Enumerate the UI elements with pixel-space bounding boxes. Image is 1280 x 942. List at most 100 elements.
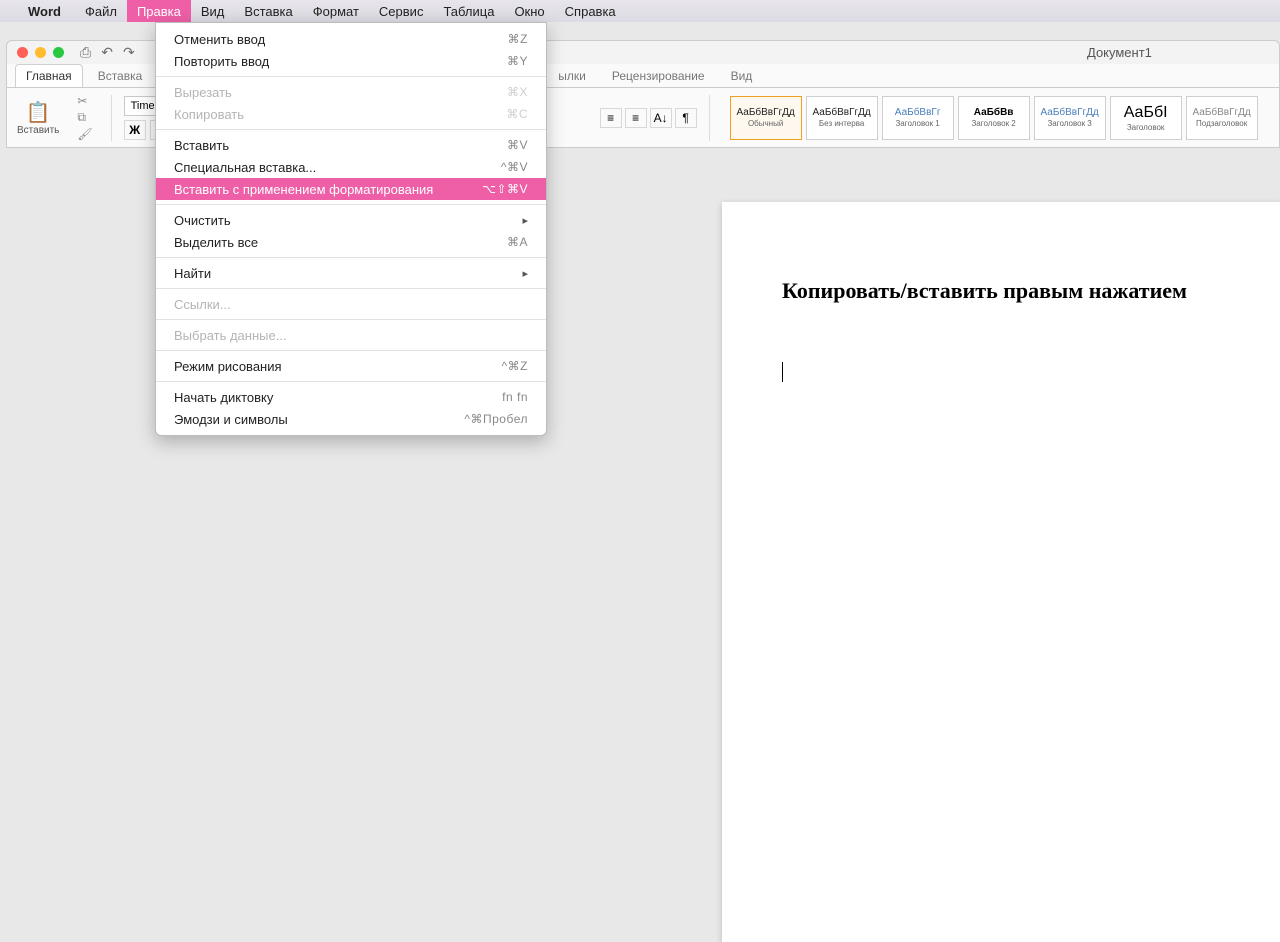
menu-item[interactable]: Режим рисования ^⌘Z xyxy=(156,355,546,377)
tab-home[interactable]: Главная xyxy=(15,64,83,87)
style-label: Заголовок xyxy=(1127,123,1165,132)
menu-file[interactable]: Файл xyxy=(75,0,127,22)
app-name[interactable]: Word xyxy=(28,4,61,19)
menu-table[interactable]: Таблица xyxy=(433,0,504,22)
menu-item-label: Найти xyxy=(174,266,211,281)
menu-separator xyxy=(156,288,546,289)
menu-item-label: Вырезать xyxy=(174,85,232,100)
style-sample: АаБбВвГг xyxy=(895,107,941,118)
style-sample: АаБбВвГгДд xyxy=(812,107,870,118)
menu-item-label: Вставить с применением форматирования xyxy=(174,182,433,197)
text-cursor xyxy=(782,362,783,382)
tab-review[interactable]: Рецензирование xyxy=(601,64,716,87)
close-button[interactable] xyxy=(17,47,28,58)
menu-item[interactable]: Выделить все⌘A xyxy=(156,231,546,253)
menu-item[interactable]: Повторить ввод ⌘Y xyxy=(156,50,546,72)
style-sample: АаБбI xyxy=(1124,104,1168,122)
menu-item: Ссылки... xyxy=(156,293,546,315)
tab-view[interactable]: Вид xyxy=(720,64,764,87)
menu-item-shortcut: ⌘Y xyxy=(507,54,528,68)
menu-item-label: Выделить все xyxy=(174,235,258,250)
menu-item-shortcut: ⌘Z xyxy=(508,32,528,46)
maximize-button[interactable] xyxy=(53,47,64,58)
sort-icon[interactable]: A↓ xyxy=(650,108,672,128)
system-menubar: Word Файл Правка Вид Вставка Формат Серв… xyxy=(0,0,1280,22)
redo-icon[interactable]: ↷ xyxy=(123,44,135,61)
undo-icon[interactable]: ↶ xyxy=(101,44,113,61)
menu-insert[interactable]: Вставка xyxy=(234,0,302,22)
quick-access-toolbar: ⎙ ↶ ↷ xyxy=(80,44,135,61)
menu-item-label: Очистить xyxy=(174,213,231,228)
document-heading: Копировать/вставить правым нажатием xyxy=(782,278,1220,304)
menu-separator xyxy=(156,350,546,351)
menu-item[interactable]: Вставить с применением форматирования ⌥⇧⌘… xyxy=(156,178,546,200)
menu-item-label: Отменить ввод xyxy=(174,32,265,47)
menu-view[interactable]: Вид xyxy=(191,0,235,22)
clipboard-tools: ✂ ⧉ 🖌 xyxy=(77,94,92,141)
divider xyxy=(111,95,112,141)
menu-edit[interactable]: Правка xyxy=(127,0,191,22)
save-icon[interactable]: ⎙ xyxy=(80,44,91,61)
menu-item[interactable]: Эмодзи и символы ^⌘Пробел xyxy=(156,408,546,430)
menu-item-shortcut: ^⌘Пробел xyxy=(464,412,528,426)
tab-insert[interactable]: Вставка xyxy=(87,64,154,87)
menu-tools[interactable]: Сервис xyxy=(369,0,434,22)
style-tile[interactable]: АаБбВвЗаголовок 2 xyxy=(958,96,1030,140)
style-sample: АаБбВв xyxy=(974,107,1014,118)
tab-references[interactable]: ылки xyxy=(547,64,597,87)
menu-item-label: Режим рисования xyxy=(174,359,282,374)
menu-item-shortcut: ⌘V xyxy=(507,138,528,152)
menu-item-label: Начать диктовку xyxy=(174,390,273,405)
paragraph-mark-icon[interactable]: ¶ xyxy=(675,108,697,128)
style-label: Без интерва xyxy=(819,119,864,128)
copy-icon[interactable]: ⧉ xyxy=(77,110,92,125)
menu-item-shortcut: ⌥⇧⌘V xyxy=(482,182,528,196)
style-sample: АаБбВвГгДд xyxy=(736,107,794,118)
clipboard-icon: 📋 xyxy=(26,100,51,125)
menu-item-label: Повторить ввод xyxy=(174,54,269,69)
menu-item-label: Эмодзи и символы xyxy=(174,412,288,427)
menu-item-shortcut: fn fn xyxy=(502,390,528,404)
style-tile[interactable]: АаБбIЗаголовок xyxy=(1110,96,1182,140)
style-tile[interactable]: АаБбВвГгДдОбычный xyxy=(730,96,802,140)
style-tile[interactable]: АаБбВвГгДдПодзаголовок xyxy=(1186,96,1258,140)
paste-button[interactable]: 📋 Вставить xyxy=(13,100,63,136)
style-tile[interactable]: АаБбВвГгДдБез интерва xyxy=(806,96,878,140)
menu-item[interactable]: Отменить ввод ⌘Z xyxy=(156,28,546,50)
minimize-button[interactable] xyxy=(35,47,46,58)
menu-item: Копировать ⌘C xyxy=(156,103,546,125)
cut-icon[interactable]: ✂ xyxy=(77,94,92,108)
format-painter-icon[interactable]: 🖌 xyxy=(77,127,92,141)
menu-item-shortcut: ^⌘Z xyxy=(502,359,528,373)
edit-menu-dropdown: Отменить ввод ⌘Z Повторить ввод ⌘Y Вырезать ⌘… xyxy=(155,22,547,436)
menu-item: Вырезать ⌘X xyxy=(156,81,546,103)
menu-item[interactable]: Очистить xyxy=(156,209,546,231)
window-controls xyxy=(17,47,64,58)
style-label: Заголовок 1 xyxy=(895,119,939,128)
bold-button[interactable]: Ж xyxy=(124,120,146,140)
menu-item[interactable]: Вставить⌘V xyxy=(156,134,546,156)
increase-indent-icon[interactable]: ≡ xyxy=(625,108,647,128)
menu-separator xyxy=(156,381,546,382)
style-label: Заголовок 2 xyxy=(971,119,1015,128)
menu-item-label: Копировать xyxy=(174,107,244,122)
menu-item[interactable]: Найти xyxy=(156,262,546,284)
menu-item[interactable]: Начать диктовку fn fn xyxy=(156,386,546,408)
menu-window[interactable]: Окно xyxy=(504,0,554,22)
style-sample: АаБбВвГгДд xyxy=(1192,107,1250,118)
style-tile[interactable]: АаБбВвГгЗаголовок 1 xyxy=(882,96,954,140)
menu-format[interactable]: Формат xyxy=(303,0,369,22)
style-tile[interactable]: АаБбВвГгДдЗаголовок 3 xyxy=(1034,96,1106,140)
menu-separator xyxy=(156,129,546,130)
paste-label: Вставить xyxy=(17,125,59,136)
document-page[interactable]: Копировать/вставить правым нажатием xyxy=(722,202,1280,942)
menu-item-shortcut: ^⌘V xyxy=(501,160,528,174)
menu-help[interactable]: Справка xyxy=(555,0,626,22)
menu-separator xyxy=(156,76,546,77)
menu-item-shortcut: ⌘C xyxy=(506,107,528,121)
style-label: Заголовок 3 xyxy=(1047,119,1091,128)
menu-item[interactable]: Специальная вставка...^⌘V xyxy=(156,156,546,178)
menu-item-shortcut: ⌘X xyxy=(507,85,528,99)
decrease-indent-icon[interactable]: ≡ xyxy=(600,108,622,128)
menu-separator xyxy=(156,204,546,205)
